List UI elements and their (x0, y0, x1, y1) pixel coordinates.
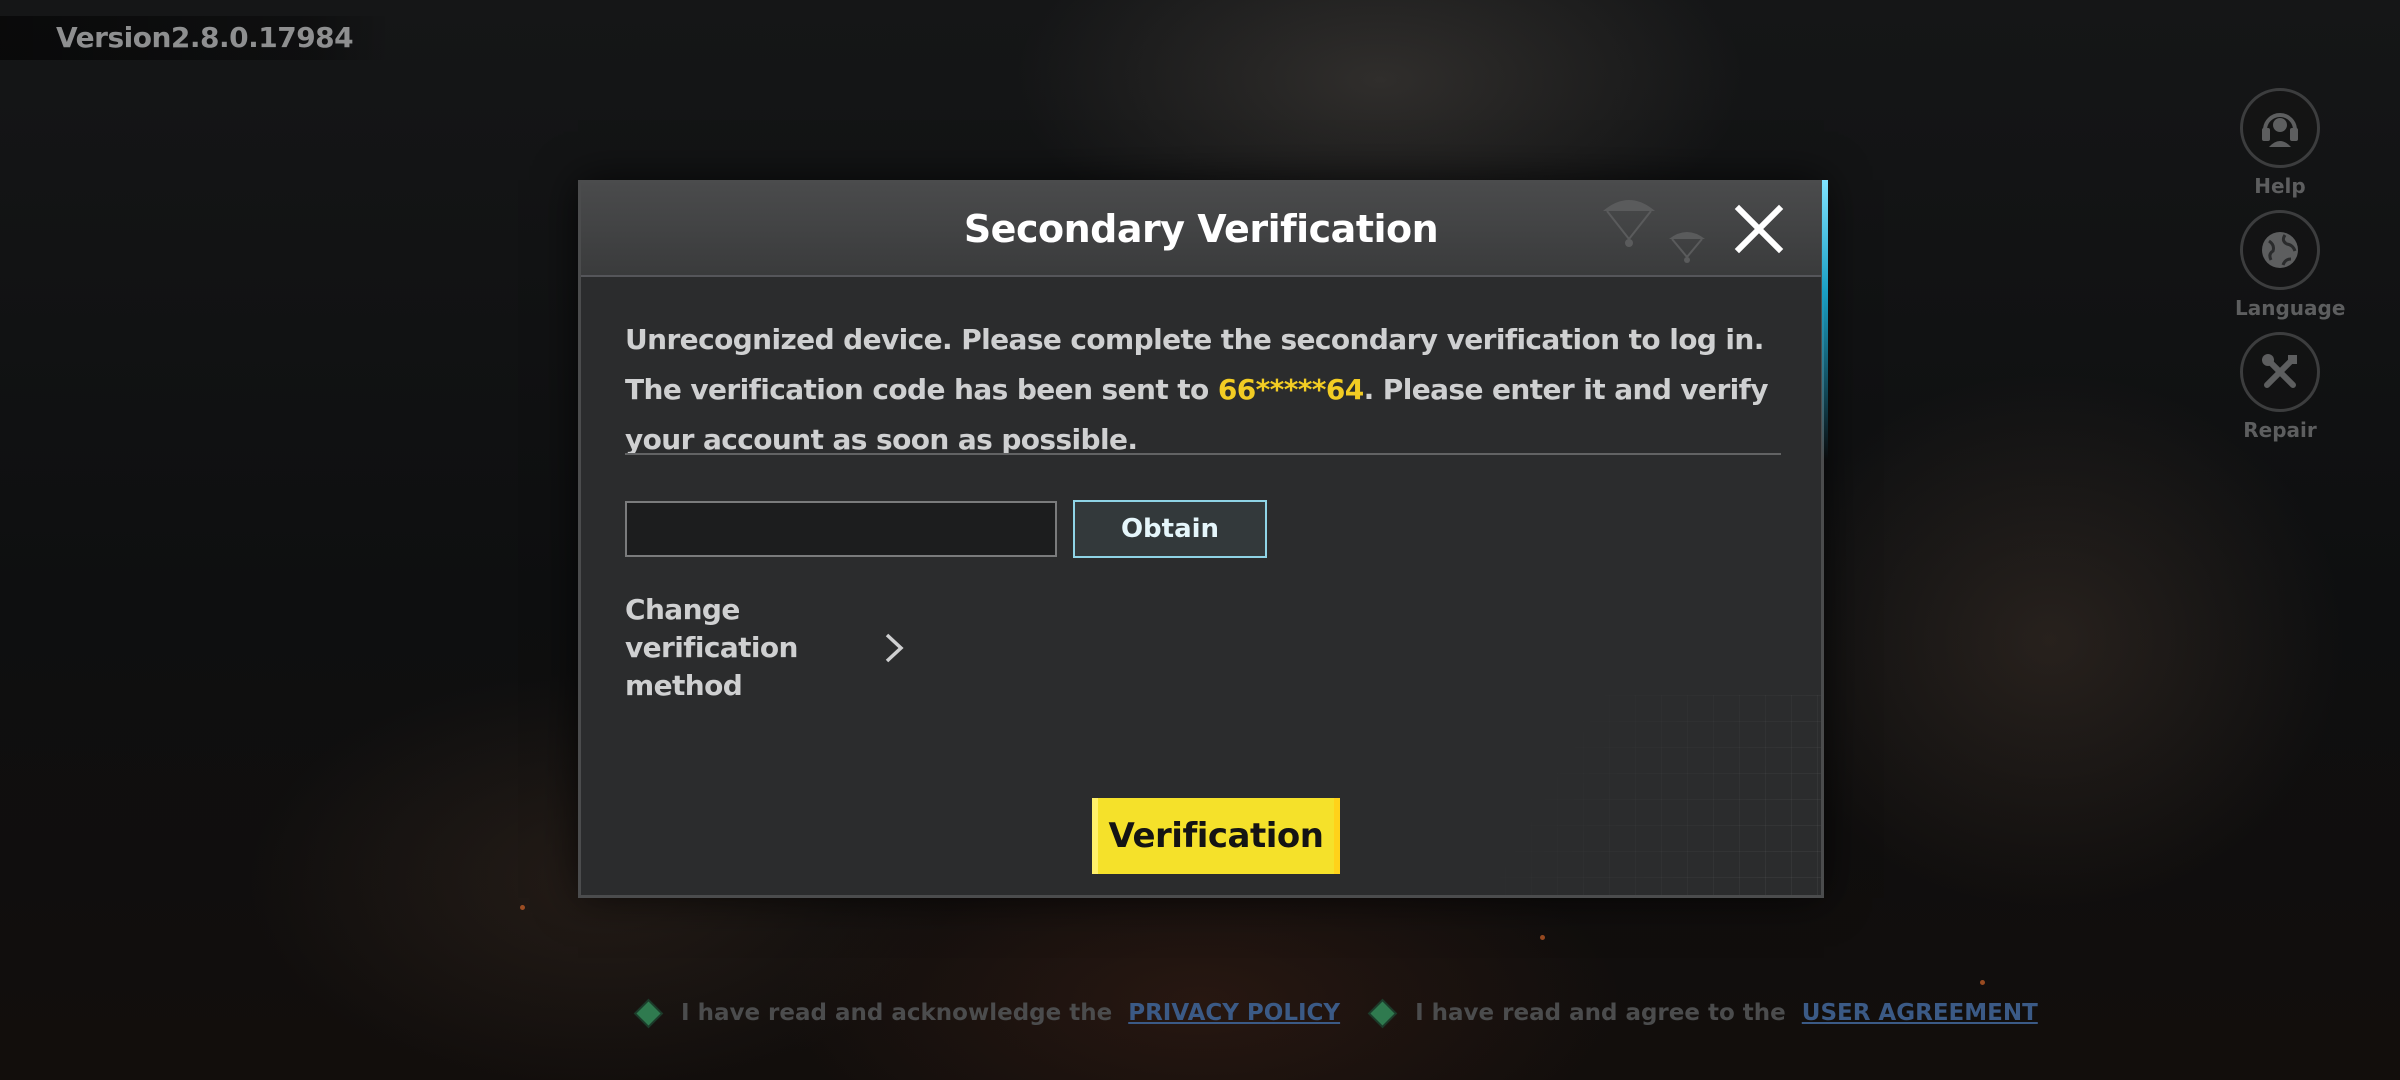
user-agreement: I have read and agree to the USER AGREEM… (1370, 1000, 2038, 1026)
masked-phone-number: 66*****64 (1217, 373, 1364, 406)
grid-decoration (1401, 695, 1821, 895)
privacy-policy-link[interactable]: PRIVACY POLICY (1128, 1000, 1340, 1026)
verification-button[interactable]: Verification (1092, 798, 1340, 874)
tools-icon (2240, 332, 2320, 412)
ember-particle (1540, 935, 1545, 940)
user-agreement-link[interactable]: USER AGREEMENT (1802, 1000, 2038, 1026)
language-label: Language (2235, 296, 2346, 320)
privacy-checkbox[interactable] (636, 1000, 661, 1026)
repair-label: Repair (2243, 418, 2317, 442)
repair-tool[interactable]: Repair (2235, 332, 2325, 442)
ember-particle (1980, 980, 1985, 985)
user-agreement-checkbox[interactable] (1370, 1000, 1395, 1026)
verification-message: Unrecognized device. Please complete the… (625, 315, 1785, 465)
language-tool[interactable]: Language (2235, 210, 2346, 320)
version-label: Version2.8.0.17984 (0, 16, 392, 60)
globe-icon (2240, 210, 2320, 290)
user-agreement-text: I have read and agree to the (1415, 1000, 1786, 1026)
agreements-bar: I have read and acknowledge the PRIVACY … (636, 1000, 2072, 1026)
chevron-right-icon (885, 633, 904, 663)
obtain-code-button[interactable]: Obtain (1073, 500, 1267, 558)
close-icon (1734, 204, 1784, 254)
ember-particle (520, 905, 525, 910)
dialog-title: Secondary Verification (963, 207, 1439, 251)
headset-icon (2240, 88, 2320, 168)
close-button[interactable] (1731, 201, 1787, 257)
help-label: Help (2254, 174, 2306, 198)
secondary-verification-dialog: Secondary Verification Unrecognized devi… (578, 180, 1828, 898)
privacy-text: I have read and acknowledge the (681, 1000, 1113, 1026)
change-method-label: Change verification method (625, 593, 798, 702)
verification-code-input[interactable] (625, 501, 1057, 557)
change-verification-method-link[interactable]: Change verification method (625, 593, 907, 702)
dialog-header: Secondary Verification (581, 183, 1821, 277)
privacy-agreement: I have read and acknowledge the PRIVACY … (636, 1000, 1340, 1026)
help-tool[interactable]: Help (2235, 88, 2325, 198)
divider (625, 453, 1781, 455)
